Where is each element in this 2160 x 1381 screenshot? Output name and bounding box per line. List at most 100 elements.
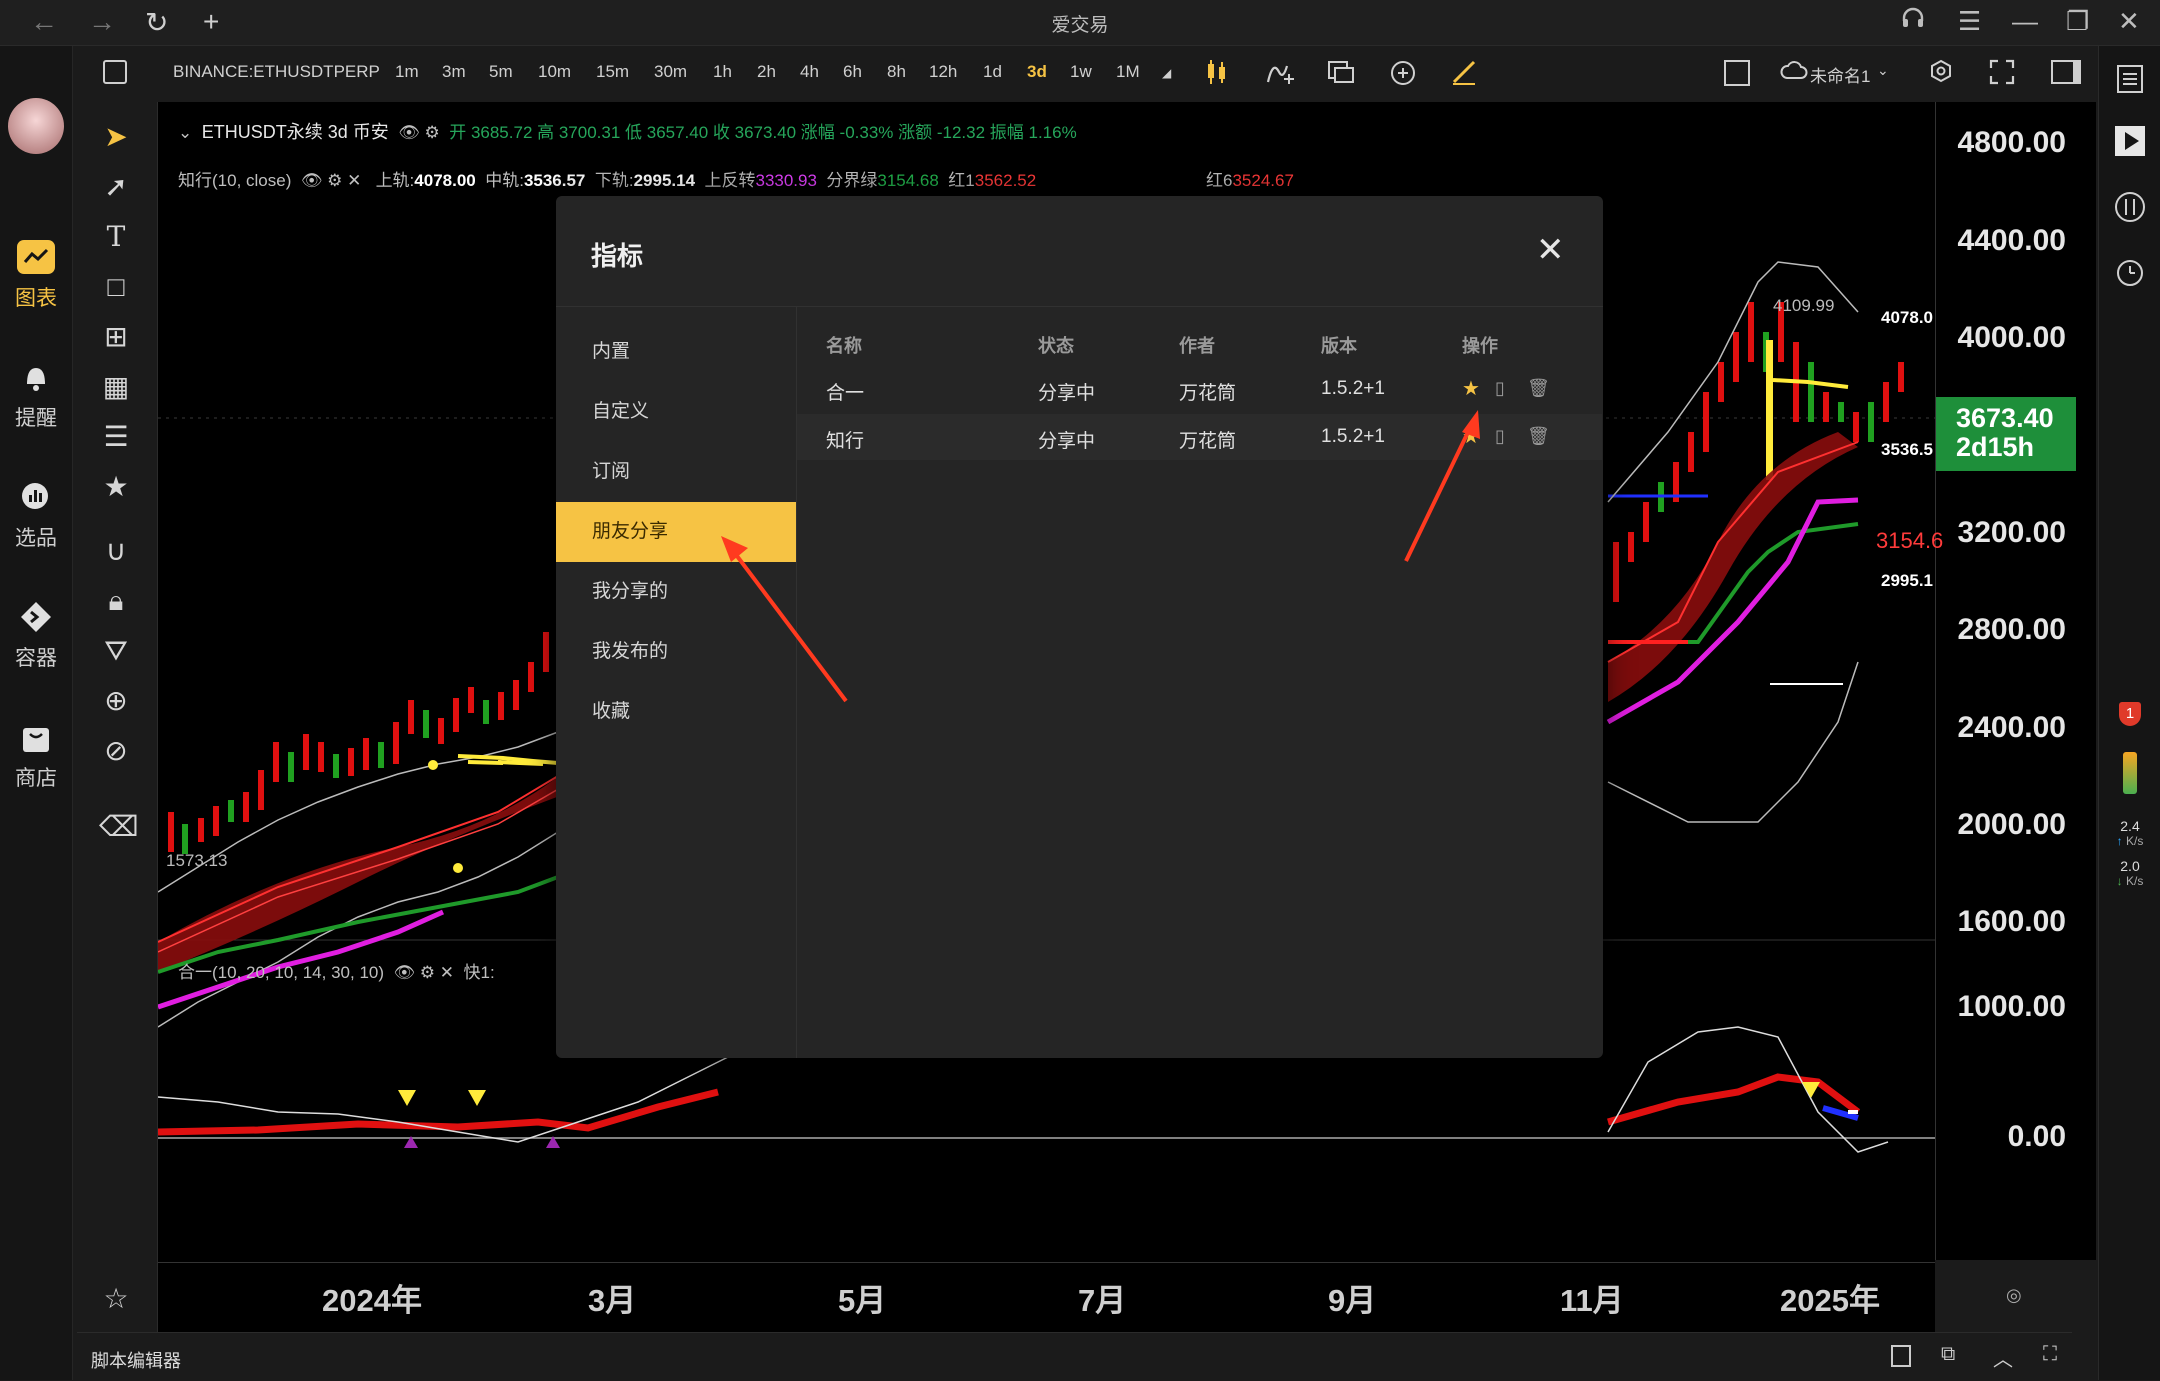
pine-editor-icon[interactable] (1450, 58, 1478, 91)
eraser-icon[interactable]: ⌫ (99, 810, 139, 844)
right-panel-icon[interactable] (2051, 60, 2081, 84)
candle-style-icon[interactable] (1205, 58, 1229, 91)
interval-30m[interactable]: 30m (654, 62, 687, 82)
replay-icon[interactable] (2113, 124, 2147, 163)
rectangle-icon[interactable]: □ (99, 270, 133, 304)
restore-icon[interactable]: ❐ (2066, 6, 2089, 37)
interval-1d[interactable]: 1d (983, 62, 1002, 82)
trend-line-icon[interactable]: ➚ (99, 170, 133, 204)
panel-popout-icon[interactable]: ⧉ (1941, 1343, 1955, 1366)
nav-label: 容器 (15, 647, 57, 670)
trading-icon[interactable] (2113, 190, 2147, 229)
text-tool-icon[interactable]: T (99, 220, 133, 254)
remove-icon[interactable]: ✕ (440, 963, 454, 982)
interval-1w[interactable]: 1w (1070, 62, 1092, 82)
grid-icon[interactable]: ▦ (99, 370, 133, 404)
eye-icon[interactable]: 👁︎ (393, 963, 415, 982)
sidebar-toggle-icon[interactable] (103, 60, 127, 84)
category-friends-shared[interactable]: 朋友分享 (556, 502, 796, 562)
nav-chart[interactable]: 图表 (0, 240, 72, 312)
clock-icon[interactable] (2113, 254, 2147, 293)
category-subscribed[interactable]: 订阅 (556, 442, 796, 502)
minimize-icon[interactable]: — (2012, 6, 2038, 37)
gear-icon[interactable]: ⚙︎ (420, 963, 435, 982)
templates-icon[interactable] (1327, 58, 1355, 91)
interval-3m[interactable]: 3m (442, 62, 466, 82)
panel-maximize-icon[interactable] (1891, 1345, 1911, 1367)
favorites-icon[interactable]: ★ (99, 470, 133, 504)
filter-icon[interactable]: ⛛ (99, 634, 133, 668)
category-my-published[interactable]: 我发布的 (556, 622, 796, 682)
cloud-icon[interactable] (1780, 57, 1808, 90)
copy-icon[interactable]: ▯ (1495, 378, 1505, 399)
copy-icon[interactable]: ▯ (1495, 426, 1505, 447)
interval-12h[interactable]: 12h (929, 62, 957, 82)
interval-1m[interactable]: 1m (395, 62, 419, 82)
category-custom[interactable]: 自定义 (556, 382, 796, 442)
category-builtin[interactable]: 内置 (556, 322, 796, 382)
interval-6h[interactable]: 6h (843, 62, 862, 82)
symbol-selector[interactable]: BINANCE:ETHUSDTPERP (173, 62, 380, 82)
crosshair-icon[interactable]: ⊕ (99, 684, 133, 718)
eye-icon[interactable]: 👁︎ (398, 123, 420, 142)
settings-icon[interactable] (1929, 59, 1953, 88)
script-editor-tab[interactable]: 脚本编辑器 (91, 1347, 181, 1373)
close-icon[interactable]: ✕ (2118, 6, 2140, 37)
price-tick: 2400.00 (1957, 711, 2066, 744)
time-axis[interactable]: 2024年 3月 5月 7月 9月 11月 2025年 ◎ (158, 1262, 2022, 1333)
fullscreen-icon[interactable] (1989, 59, 2015, 90)
favorite-star-icon[interactable]: ★ (1462, 376, 1480, 401)
support-icon[interactable] (1900, 6, 1926, 39)
indicators-icon[interactable] (1265, 58, 1295, 91)
gear-icon[interactable]: ⚙︎ (425, 123, 440, 142)
interval-15m[interactable]: 15m (596, 62, 629, 82)
interval-more-icon[interactable]: ◢ (1162, 66, 1171, 80)
nav-screener[interactable]: 选品 (0, 480, 72, 552)
table-row[interactable]: 合一 分享中 万花筒 1.5.2+1 ★ ▯ 🗑︎ (797, 366, 1602, 412)
interval-1M[interactable]: 1M (1116, 62, 1140, 82)
interval-8h[interactable]: 8h (887, 62, 906, 82)
layout-dropdown-icon[interactable]: ⌄ (1877, 62, 1889, 79)
measure-icon[interactable]: ⊞ (99, 320, 133, 354)
lock-icon[interactable]: 🔒︎ (99, 584, 133, 618)
shield-badge[interactable]: 1 (2119, 702, 2141, 726)
favorite-star-icon[interactable]: ★ (1462, 424, 1480, 449)
interval-4h[interactable]: 4h (800, 62, 819, 82)
alert-add-icon[interactable] (1389, 58, 1417, 91)
watchlist-star-icon[interactable]: ☆ (99, 1282, 133, 1316)
menu-icon[interactable]: ☰ (1958, 6, 1981, 37)
axis-settings-icon[interactable]: ◎ (2006, 1285, 2022, 1306)
watchlist-icon[interactable] (2115, 64, 2145, 99)
close-icon[interactable]: ✕ (1536, 230, 1565, 270)
layout-name[interactable]: 未命名1 (1810, 62, 1870, 87)
table-row[interactable]: 知行 分享中 万花筒 1.5.2+1 ★ ▯ 🗑︎ (797, 414, 1602, 460)
category-favorites[interactable]: 收藏 (556, 682, 796, 742)
nav-alerts[interactable]: 提醒 (0, 360, 72, 432)
price-tick: 2800.00 (1957, 613, 2066, 646)
interval-5m[interactable]: 5m (489, 62, 513, 82)
avatar[interactable] (8, 98, 64, 154)
indicator-author: 万花筒 (1179, 383, 1237, 404)
hide-icon[interactable]: ⊘ (99, 734, 133, 768)
delete-icon[interactable]: 🗑︎ (1527, 378, 1550, 399)
layout-icon[interactable] (1724, 60, 1750, 86)
magnet-icon[interactable]: ∪ (99, 534, 133, 568)
delete-icon[interactable]: 🗑︎ (1527, 426, 1550, 447)
eye-icon[interactable]: 👁︎ (301, 171, 323, 190)
interval-2h[interactable]: 2h (757, 62, 776, 82)
interval-3d[interactable]: 3d (1027, 62, 1047, 82)
oscillator-axis[interactable]: 1000.00 0.00 (1935, 940, 2096, 1260)
price-axis[interactable]: 4800.00 4400.00 4000.00 3200.00 2800.00 … (1876, 102, 2096, 940)
gear-icon[interactable]: ⚙︎ (327, 171, 342, 190)
nav-container[interactable]: 容器 (0, 600, 72, 672)
panel-expand-icon[interactable]: ︿ (1993, 1343, 2013, 1372)
cursor-icon[interactable]: ➤ (99, 120, 133, 154)
collapse-icon[interactable]: ⌄ (178, 123, 192, 142)
category-my-shared[interactable]: 我分享的 (556, 562, 796, 622)
fib-icon[interactable]: ☰ (99, 420, 133, 454)
interval-1h[interactable]: 1h (713, 62, 732, 82)
panel-fullscreen-icon[interactable]: ⛶ (2043, 1343, 2057, 1366)
remove-icon[interactable]: ✕ (347, 171, 361, 190)
interval-10m[interactable]: 10m (538, 62, 571, 82)
nav-store[interactable]: 商店 (0, 720, 72, 792)
